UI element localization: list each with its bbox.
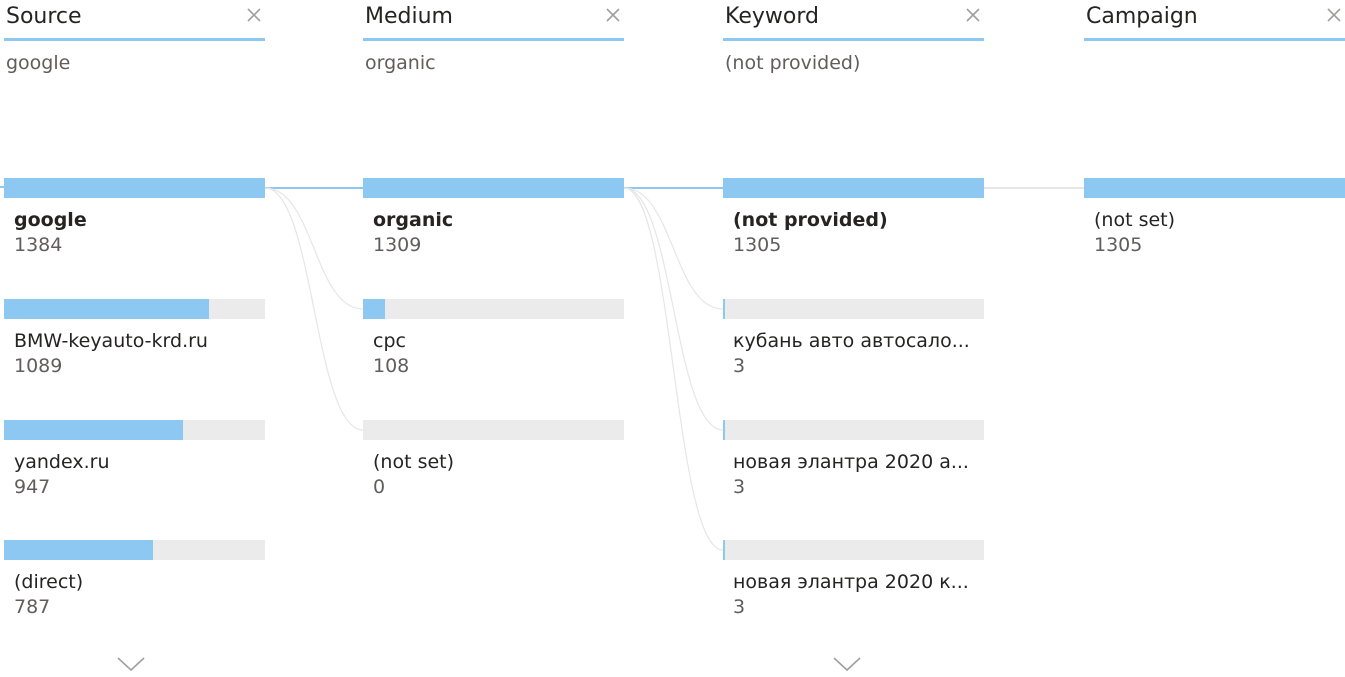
bar-track [363,299,624,319]
node-value: 1384 [14,234,63,256]
node-elantra-k[interactable]: новая элантра 2020 к... 3 [723,540,984,630]
bar-track [723,178,984,198]
bar-fill [1084,178,1345,198]
bar-track [363,178,624,198]
node-value: 1305 [733,234,782,256]
node-value: 787 [14,596,51,618]
connector-line [264,187,364,310]
node-organic[interactable]: organic 1309 [363,178,624,268]
node-value: 947 [14,476,51,498]
bar-track [723,420,984,440]
connector-line [623,187,724,310]
node-value: 1305 [1094,234,1143,256]
bar-fill [4,540,153,560]
node-label: новая элантра 2020 к... [733,571,969,593]
connector-line [623,187,724,431]
node-label: (not set) [1094,209,1176,231]
column-title: Campaign [1086,4,1198,29]
column-title: Medium [365,4,453,29]
column-header: Keyword [723,0,984,41]
bar-track [723,299,984,319]
node-label: google [14,209,87,231]
chevron-down-icon[interactable] [832,655,862,673]
bar-track [1084,178,1345,198]
column-title: Keyword [725,4,819,29]
close-icon[interactable] [243,4,265,26]
bar-track [4,299,265,319]
node-not-set[interactable]: (not set) 0 [363,420,624,510]
node-label: кубань авто автосало... [733,330,970,352]
selected-value: google [6,52,71,74]
node-bmw-keyauto-krd[interactable]: BMW-keyauto-krd.ru 1089 [4,299,265,389]
close-icon[interactable] [1323,4,1345,26]
selected-value: organic [365,52,436,74]
node-not-provided[interactable]: (not provided) 1305 [723,178,984,268]
bar-fill [4,178,265,198]
node-elantra-a[interactable]: новая элантра 2020 а... 3 [723,420,984,510]
bar-fill [723,420,725,440]
bar-track [363,420,624,440]
node-value: 108 [373,355,410,377]
node-label: (not provided) [733,209,888,231]
bar-fill [4,299,210,319]
node-yandex[interactable]: yandex.ru 947 [4,420,265,510]
selected-value: (not provided) [725,52,861,74]
node-label: (not set) [373,451,455,473]
node-direct[interactable]: (direct) 787 [4,540,265,630]
column-header: Campaign [1084,0,1345,41]
connector-line [623,187,724,551]
node-label: yandex.ru [14,451,110,473]
node-value: 0 [373,476,386,498]
chevron-down-icon[interactable] [116,655,146,673]
column-campaign: Campaign (not set) 1305 [1084,0,1345,677]
node-google[interactable]: google 1384 [4,178,265,268]
column-medium: Medium organic organic 1309 cpc 108 (not… [363,0,624,677]
node-kuban-avto[interactable]: кубань авто автосало... 3 [723,299,984,389]
bar-fill [723,299,725,319]
node-value: 1089 [14,355,63,377]
close-icon[interactable] [602,4,624,26]
close-icon[interactable] [962,4,984,26]
bar-track [4,540,265,560]
connector-line [264,187,364,431]
node-label: cpc [373,330,406,352]
node-cpc[interactable]: cpc 108 [363,299,624,389]
bar-fill [363,299,385,319]
node-label: organic [373,209,454,231]
node-value: 3 [733,476,746,498]
column-title: Source [6,4,82,29]
node-value: 3 [733,596,746,618]
bar-fill [723,178,984,198]
node-campaign-not-set[interactable]: (not set) 1305 [1084,178,1345,268]
node-label: новая элантра 2020 а... [733,451,969,473]
bar-fill [723,540,725,560]
column-header: Medium [363,0,624,41]
column-keyword: Keyword (not provided) (not provided) 13… [723,0,984,677]
bar-fill [4,420,183,440]
bar-track [723,540,984,560]
bar-track [4,420,265,440]
node-value: 3 [733,355,746,377]
bar-track [4,178,265,198]
column-source: Source google google 1384 BMW-keyauto-kr… [4,0,265,677]
node-label: (direct) [14,571,84,593]
bar-fill [363,178,624,198]
column-header: Source [4,0,265,41]
node-value: 1309 [373,234,422,256]
node-label: BMW-keyauto-krd.ru [14,330,208,352]
